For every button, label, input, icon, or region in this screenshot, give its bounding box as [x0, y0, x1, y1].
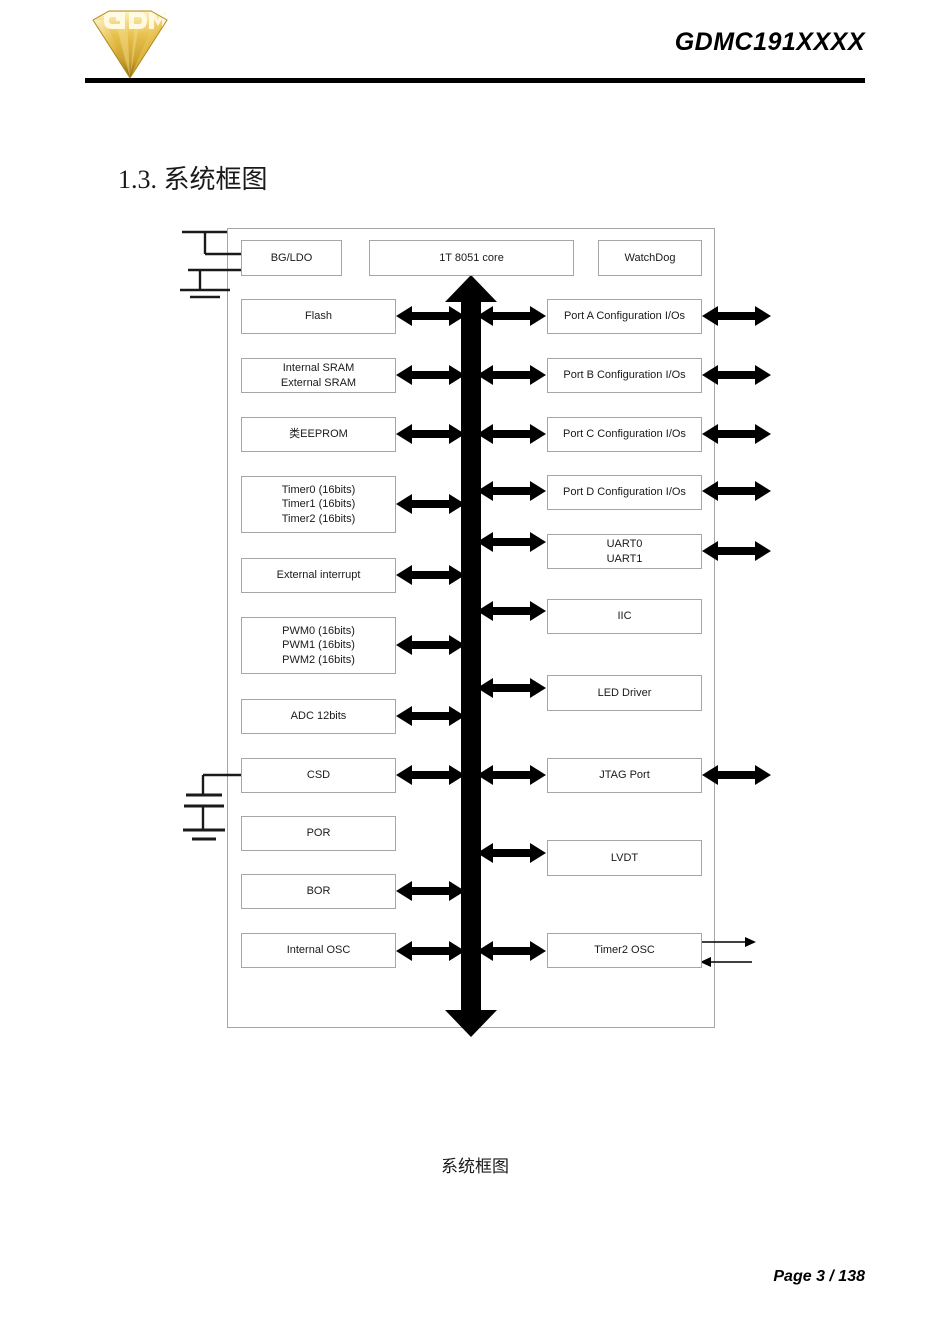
section-heading: 1.3. 系统框图	[118, 165, 268, 194]
block-label-line-1: UART0	[606, 538, 643, 551]
block-timer2-osc[interactable]: Timer2 OSC	[547, 933, 702, 968]
left-bus-arrows	[396, 306, 465, 961]
block-external-interrupt[interactable]: External interrupt	[241, 558, 396, 593]
block-label: LVDT	[610, 851, 639, 864]
document-header-title: GDMC191XXXX	[674, 28, 865, 56]
block-flash[interactable]: Flash	[241, 299, 396, 334]
block-label-line-1: Internal SRAM	[282, 362, 355, 375]
block-bor[interactable]: BOR	[241, 874, 396, 909]
block-label-line-3: Timer2 (16bits)	[281, 512, 356, 525]
block-label: BG/LDO	[270, 251, 313, 264]
block-label-line-2: PWM1 (16bits)	[282, 639, 355, 652]
gdm-diamond-logo-icon	[85, 6, 175, 84]
block-label-line-3: PWM2 (16bits)	[282, 653, 355, 666]
block-label: JTAG Port	[599, 769, 650, 782]
block-label-line-2: Timer1 (16bits)	[281, 498, 356, 511]
right-bus-arrows	[477, 306, 546, 961]
block-internal-osc[interactable]: Internal OSC	[241, 933, 396, 968]
block-uart[interactable]: UART0 UART1	[547, 534, 702, 569]
block-label: 1T 8051 core	[439, 251, 504, 264]
block-port-b[interactable]: Port B Configuration I/Os	[547, 358, 702, 393]
block-label: Port B Configuration I/Os	[563, 369, 686, 382]
block-label-line-1: Timer0 (16bits)	[281, 484, 356, 497]
block-label: ADC 12bits	[290, 710, 347, 723]
block-csd[interactable]: CSD	[241, 758, 396, 793]
block-label: Flash	[305, 310, 332, 323]
block-eeprom[interactable]: 类EEPROM	[241, 417, 396, 452]
block-por[interactable]: POR	[241, 816, 396, 851]
chip-boundary-box	[227, 228, 715, 1028]
block-timers[interactable]: Timer0 (16bits) Timer1 (16bits) Timer2 (…	[241, 476, 396, 533]
block-label-line-2: UART1	[606, 552, 643, 565]
block-label: 类EEPROM	[289, 428, 348, 441]
diagram-connectors-layer	[180, 230, 771, 1037]
block-label: External interrupt	[276, 569, 361, 582]
block-label-line-1: PWM0 (16bits)	[282, 625, 355, 638]
block-port-a[interactable]: Port A Configuration I/Os	[547, 299, 702, 334]
block-label: WatchDog	[624, 251, 676, 264]
block-label-line-2: External SRAM	[280, 376, 357, 389]
block-pwm[interactable]: PWM0 (16bits) PWM1 (16bits) PWM2 (16bits…	[241, 617, 396, 674]
supply-ground-icon	[180, 230, 243, 299]
block-watchdog[interactable]: WatchDog	[598, 240, 702, 276]
central-bus-arrow	[445, 275, 497, 1037]
block-1t-8051-core[interactable]: 1T 8051 core	[369, 240, 574, 276]
block-adc[interactable]: ADC 12bits	[241, 699, 396, 734]
block-label: IIC	[617, 610, 632, 623]
block-bg-ldo[interactable]: BG/LDO	[241, 240, 342, 276]
external-io-arrows	[702, 306, 771, 785]
block-label: Timer2 OSC	[594, 944, 655, 957]
block-label: Port D Configuration I/Os	[563, 486, 686, 499]
block-label: POR	[306, 827, 331, 840]
block-sram[interactable]: Internal SRAM External SRAM	[241, 358, 396, 393]
capacitor-ground-icon	[183, 773, 243, 841]
footer-page-number: Page 3 / 138	[773, 1268, 865, 1285]
timer2-osc-thin-arrows	[700, 937, 756, 967]
block-label: Port A Configuration I/Os	[563, 310, 686, 323]
block-jtag-port[interactable]: JTAG Port	[547, 758, 702, 793]
block-label: BOR	[306, 885, 331, 898]
figure-caption: 系统框图	[441, 1157, 509, 1176]
block-port-d[interactable]: Port D Configuration I/Os	[547, 475, 702, 510]
block-label: LED Driver	[597, 686, 652, 699]
block-led-driver[interactable]: LED Driver	[547, 675, 702, 711]
block-label: CSD	[306, 769, 331, 782]
system-block-diagram: BG/LDO 1T 8051 core WatchDog Flash Inter…	[0, 0, 950, 1344]
block-iic[interactable]: IIC	[547, 599, 702, 634]
block-label: Internal OSC	[286, 944, 351, 957]
block-label: Port C Configuration I/Os	[563, 428, 686, 441]
block-lvdt[interactable]: LVDT	[547, 840, 702, 876]
header-divider-rule	[85, 78, 865, 83]
page-header: GDMC191XXXX	[0, 0, 950, 92]
block-port-c[interactable]: Port C Configuration I/Os	[547, 417, 702, 452]
